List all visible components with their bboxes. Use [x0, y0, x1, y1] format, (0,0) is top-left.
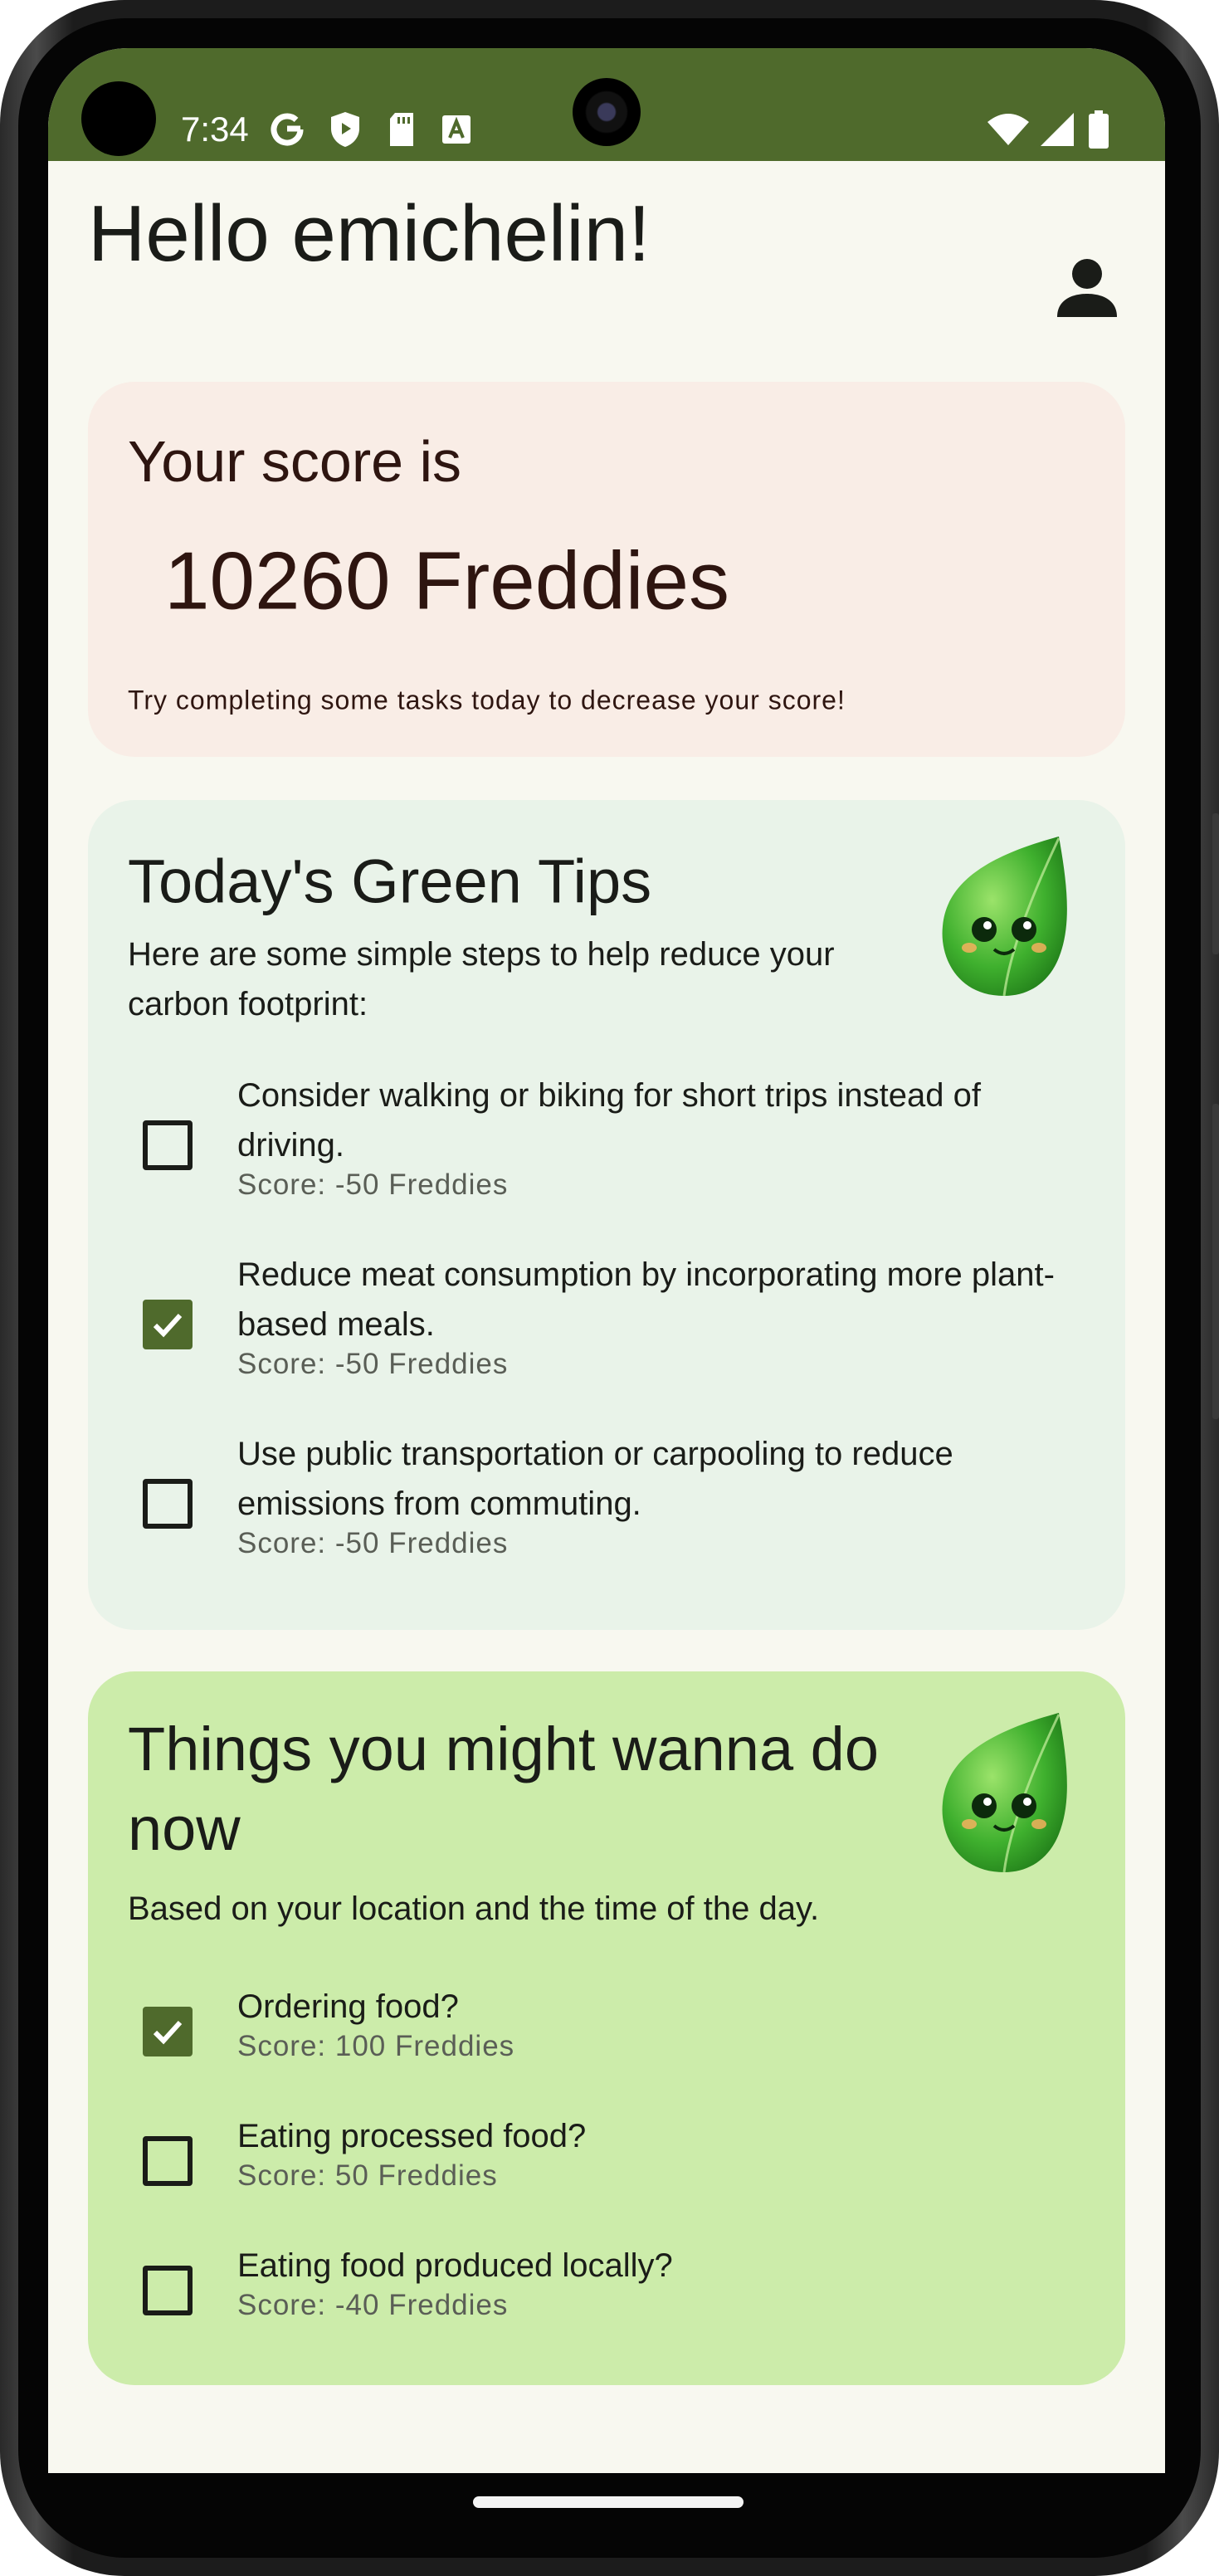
suggestion-text: Eating processed food? [237, 2118, 587, 2154]
phone-frame: 7:34 Hello emichelin! Your score is 1026… [0, 0, 1219, 2576]
tip-score: Score: -50 Freddies [237, 1348, 509, 1380]
suggestions-title: Things you might wanna do now [128, 1715, 879, 1863]
suggestion-checkbox[interactable] [143, 2007, 193, 2056]
status-time: 7:34 [181, 110, 249, 149]
score-label: Your score is [128, 429, 462, 494]
profile-button[interactable] [1049, 252, 1125, 329]
check-icon [153, 1313, 183, 1338]
tip-checkbox[interactable] [143, 1120, 193, 1170]
power-button [1212, 1104, 1219, 1419]
tips-subtitle: Here are some simple steps to help reduc… [128, 936, 835, 1022]
leaf-mascot-icon [942, 1713, 1067, 1873]
screen: 7:34 Hello emichelin! Your score is 1026… [48, 48, 1165, 2473]
greeting-title: Hello emichelin! [88, 189, 651, 278]
sd-card-icon [380, 106, 423, 153]
score-card: Your score is 10260 Freddies Try complet… [88, 382, 1125, 757]
signal-icon [1036, 106, 1079, 153]
tip-text: Reduce meat consumption by incorporating… [237, 1256, 1055, 1343]
leaf-mascot-icon [942, 837, 1067, 997]
score-value: 10260 Freddies [164, 534, 730, 627]
score-hint: Try completing some tasks today to decre… [128, 685, 846, 715]
check-icon [153, 2020, 183, 2045]
home-gesture-bar[interactable] [473, 2496, 744, 2508]
home-content: Hello emichelin! Your score is 10260 Fre… [48, 161, 1165, 2473]
tip-text: Consider walking or biking for short tri… [237, 1077, 981, 1164]
suggestion-checkbox[interactable] [143, 2136, 193, 2186]
suggestion-score: Score: 100 Freddies [237, 2030, 515, 2062]
person-icon [1057, 259, 1117, 317]
volume-button [1212, 813, 1219, 954]
tip-checkbox[interactable] [143, 1479, 193, 1529]
suggestions-subtitle: Based on your location and the time of t… [128, 1891, 820, 1927]
battery-icon [1077, 106, 1120, 153]
suggestion-score: Score: -40 Freddies [237, 2289, 509, 2321]
suggestion-text: Ordering food? [237, 1988, 459, 2025]
suggestions-card: Things you might wanna do now Based on y… [88, 1671, 1125, 2385]
google-icon [266, 106, 309, 153]
front-camera [573, 78, 641, 146]
tip-score: Score: -50 Freddies [237, 1168, 509, 1201]
a-box-icon [435, 106, 478, 153]
green-tips-card: Today's Green Tips Here are some simple … [88, 800, 1125, 1630]
suggestion-score: Score: 50 Freddies [237, 2159, 498, 2192]
tip-text: Use public transportation or carpooling … [237, 1436, 953, 1522]
status-dot [81, 81, 156, 156]
suggestion-text: Eating food produced locally? [237, 2247, 673, 2284]
suggestion-checkbox[interactable] [143, 2266, 193, 2315]
tip-checkbox[interactable] [143, 1300, 193, 1349]
tip-score: Score: -50 Freddies [237, 1527, 509, 1559]
status-bar: 7:34 [48, 48, 1165, 161]
tips-title: Today's Green Tips [128, 846, 652, 916]
wifi-icon [984, 106, 1032, 153]
shield-play-icon [324, 106, 367, 153]
